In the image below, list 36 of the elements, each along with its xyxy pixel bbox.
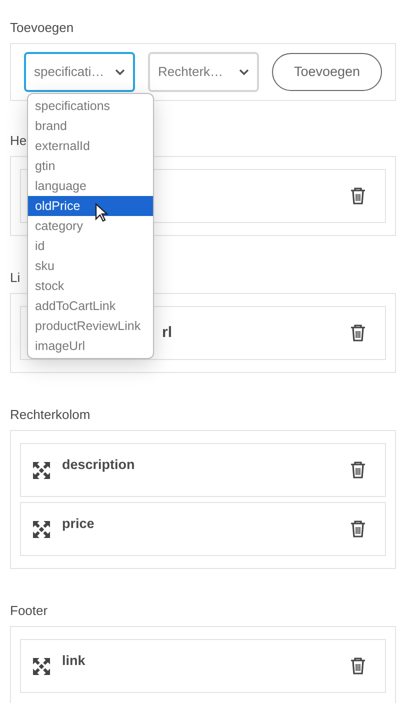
item-label: link	[62, 652, 86, 670]
move-icon[interactable]	[33, 462, 50, 478]
dropdown-option[interactable]: imageUrl	[28, 336, 153, 356]
item-label: rl	[162, 322, 172, 343]
dropdown-option[interactable]: brand	[28, 116, 153, 136]
section-heading: Li	[10, 269, 20, 287]
trash-icon[interactable]	[350, 520, 366, 538]
dropdown-option[interactable]: stock	[28, 276, 153, 296]
trash-icon[interactable]	[350, 461, 366, 479]
dropdown-option[interactable]: id	[28, 236, 153, 256]
section-heading: Rechterkolom	[10, 406, 90, 424]
field-select[interactable]: specificati…	[24, 52, 135, 92]
dropdown-option[interactable]: language	[28, 176, 153, 196]
dropdown-option[interactable]: sku	[28, 256, 153, 276]
trash-icon[interactable]	[350, 657, 366, 675]
section-heading: He	[10, 132, 27, 150]
dropdown-option[interactable]: category	[28, 216, 153, 236]
column-select[interactable]: Rechterk…	[148, 52, 259, 92]
item-label: description	[62, 456, 135, 474]
dropdown-option[interactable]: specifications	[28, 96, 153, 116]
section-heading: Toevoegen	[10, 19, 74, 37]
chevron-icon	[115, 68, 125, 76]
section-heading: Footer	[10, 602, 48, 620]
dropdown-option[interactable]: gtin	[28, 156, 153, 176]
dropdown-option[interactable]: productReviewLink	[28, 316, 153, 336]
move-icon[interactable]	[33, 658, 50, 674]
trash-icon[interactable]	[350, 187, 366, 205]
cursor-icon	[95, 203, 109, 223]
dropdown-option[interactable]: externalId	[28, 136, 153, 156]
add-button[interactable]: Toevoegen	[272, 53, 382, 91]
dropdown-option[interactable]: oldPrice	[28, 196, 153, 216]
move-icon[interactable]	[33, 520, 50, 538]
item-label: price	[62, 514, 94, 533]
dropdown-option[interactable]: addToCartLink	[28, 296, 153, 316]
chevron-icon	[239, 68, 249, 76]
trash-icon[interactable]	[350, 324, 366, 342]
